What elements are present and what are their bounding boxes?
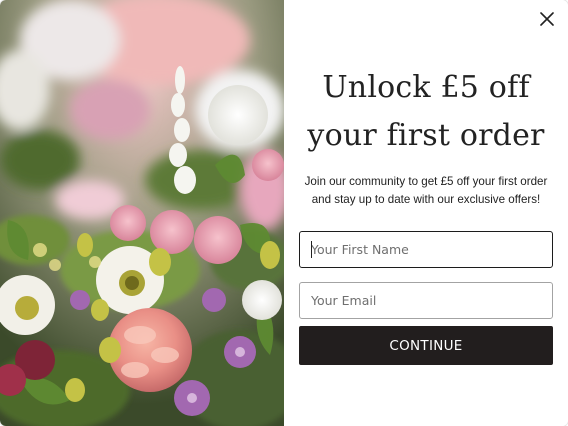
continue-button[interactable]: CONTINUE bbox=[299, 326, 553, 365]
popup-headline: Unlock £5 off your first order bbox=[284, 64, 568, 160]
signup-form-panel: Unlock £5 off your first order Join our … bbox=[284, 0, 568, 426]
text-caret bbox=[311, 241, 312, 258]
email-input[interactable] bbox=[299, 282, 553, 319]
popup-subtext: Join our community to get £5 off your fi… bbox=[304, 175, 548, 206]
close-button[interactable] bbox=[536, 8, 558, 30]
signup-popup: Unlock £5 off your first order Join our … bbox=[0, 0, 568, 426]
flower-bouquet-image bbox=[0, 0, 284, 426]
headline-line-1: Unlock £5 off bbox=[322, 70, 530, 105]
headline-line-2: your first order bbox=[307, 118, 545, 153]
first-name-input[interactable] bbox=[299, 231, 553, 268]
close-icon bbox=[540, 12, 554, 26]
